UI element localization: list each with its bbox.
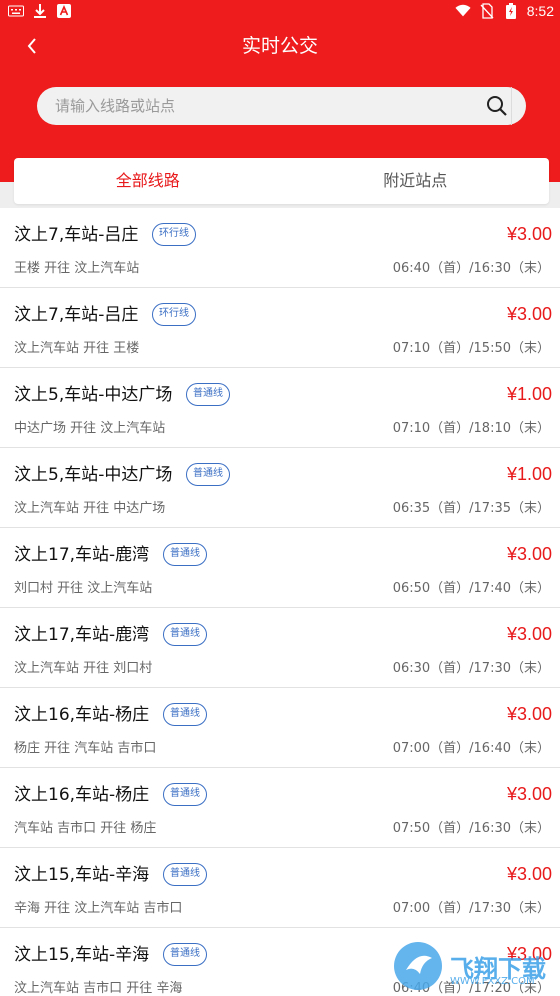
search-divider (511, 87, 512, 125)
route-price: ¥3.00 (506, 304, 552, 324)
app-notification-icon (56, 3, 72, 19)
search-button[interactable] (486, 95, 508, 117)
route-price: ¥3.00 (506, 784, 552, 804)
route-type-badge: 普通线 (163, 783, 207, 806)
route-direction: 中达广场 开往 汶上汽车站 (14, 421, 166, 436)
route-direction: 杨庄 开往 汽车站 吉市口 (14, 741, 157, 756)
keyboard-icon (8, 3, 24, 19)
route-type-badge: 普通线 (163, 943, 207, 966)
route-name: 汶上15,车站-辛海 (14, 865, 150, 885)
route-name: 汶上5,车站-中达广场 (14, 385, 173, 405)
route-schedule: 06:35（首）/17:35（末） (392, 501, 550, 516)
route-direction: 汶上汽车站 开往 中达广场 (14, 501, 166, 516)
route-row[interactable]: 汶上17,车站-鹿湾 普通线 ¥3.00 汶上汽车站 开往 刘口村 06:30（首）/1… (0, 608, 560, 688)
route-direction: 汽车站 吉市口 开往 杨庄 (14, 821, 157, 836)
route-name: 汶上17,车站-鹿湾 (14, 545, 150, 565)
route-row[interactable]: 汶上16,车站-杨庄 普通线 ¥3.00 杨庄 开往 汽车站 吉市口 07:00（首）/… (0, 688, 560, 768)
watermark-logo: 飞翔下载 WWW.FXXZ.COM (392, 936, 552, 996)
route-type-badge: 普通线 (186, 463, 230, 486)
route-name: 汶上7,车站-吕庄 (14, 225, 139, 245)
watermark-icon (394, 942, 442, 990)
route-direction: 刘口村 开往 汶上汽车站 (14, 581, 153, 596)
route-price: ¥3.00 (506, 624, 552, 644)
route-direction: 王楼 开往 汶上汽车站 (14, 261, 140, 276)
tab-bar: 全部线路 附近站点 (14, 158, 549, 204)
route-name: 汶上7,车站-吕庄 (14, 305, 139, 325)
page-title: 实时公交 (241, 35, 318, 57)
route-name: 汶上16,车站-杨庄 (14, 785, 150, 805)
route-name: 汶上17,车站-鹿湾 (14, 625, 150, 645)
route-type-badge: 普通线 (163, 543, 207, 566)
no-sim-icon (479, 3, 495, 19)
route-schedule: 06:30（首）/17:30（末） (392, 661, 550, 676)
route-price: ¥1.00 (506, 384, 552, 404)
route-direction: 汶上汽车站 开往 王楼 (14, 341, 140, 356)
route-row[interactable]: 汶上16,车站-杨庄 普通线 ¥3.00 汽车站 吉市口 开往 杨庄 07:50（首）/… (0, 768, 560, 848)
route-row[interactable]: 汶上5,车站-中达广场 普通线 ¥1.00 中达广场 开往 汶上汽车站 07:10（首）… (0, 368, 560, 448)
battery-icon (503, 3, 519, 19)
route-schedule: 07:00（首）/17:30（末） (392, 901, 550, 916)
route-schedule: 07:10（首）/15:50（末） (392, 341, 550, 356)
route-schedule: 07:10（首）/18:10（末） (392, 421, 550, 436)
route-schedule: 06:40（首）/16:30（末） (392, 261, 550, 276)
route-row[interactable]: 汶上15,车站-辛海 普通线 ¥3.00 辛海 开往 汶上汽车站 吉市口 07:00（首… (0, 848, 560, 928)
route-row[interactable]: 汶上7,车站-吕庄 环行线 ¥3.00 王楼 开往 汶上汽车站 06:40（首）/16:… (0, 208, 560, 288)
route-price: ¥3.00 (506, 864, 552, 884)
route-row[interactable]: 汶上5,车站-中达广场 普通线 ¥1.00 汶上汽车站 开往 中达广场 06:35（首）… (0, 448, 560, 528)
download-icon (32, 3, 48, 19)
status-bar: 8:52 (0, 0, 560, 24)
tab-all-routes[interactable]: 全部线路 (14, 158, 282, 204)
route-schedule: 07:50（首）/16:30（末） (392, 821, 550, 836)
route-type-badge: 普通线 (163, 703, 207, 726)
route-row[interactable]: 汶上7,车站-吕庄 环行线 ¥3.00 汶上汽车站 开往 王楼 07:10（首）/15:… (0, 288, 560, 368)
watermark-url: WWW.FXXZ.COM (450, 976, 535, 987)
search-icon (487, 96, 507, 116)
route-schedule: 06:50（首）/17:40（末） (392, 581, 550, 596)
route-name: 汶上16,车站-杨庄 (14, 705, 150, 725)
route-direction: 汶上汽车站 开往 刘口村 (14, 661, 153, 676)
tab-nearby-stops[interactable]: 附近站点 (282, 158, 550, 204)
route-schedule: 07:00（首）/16:40（末） (392, 741, 550, 756)
route-type-badge: 环行线 (152, 223, 196, 246)
status-time: 8:52 (526, 3, 554, 19)
route-price: ¥1.00 (506, 464, 552, 484)
route-list: 汶上7,车站-吕庄 环行线 ¥3.00 王楼 开往 汶上汽车站 06:40（首）/16:… (0, 208, 560, 996)
search-input[interactable] (55, 87, 475, 125)
route-price: ¥3.00 (506, 224, 552, 244)
route-type-badge: 普通线 (163, 863, 207, 886)
route-type-badge: 普通线 (186, 383, 230, 406)
route-name: 汶上5,车站-中达广场 (14, 465, 173, 485)
route-price: ¥3.00 (506, 704, 552, 724)
route-type-badge: 普通线 (163, 623, 207, 646)
route-name: 汶上15,车站-辛海 (14, 945, 150, 965)
route-type-badge: 环行线 (152, 303, 196, 326)
search-bar (37, 87, 526, 125)
route-row[interactable]: 汶上17,车站-鹿湾 普通线 ¥3.00 刘口村 开往 汶上汽车站 06:50（首）/1… (0, 528, 560, 608)
route-direction: 辛海 开往 汶上汽车站 吉市口 (14, 901, 183, 916)
header-bar: 8:52 实时公交 (0, 0, 560, 182)
wifi-icon (455, 3, 471, 19)
route-price: ¥3.00 (506, 544, 552, 564)
route-direction: 汶上汽车站 吉市口 开往 辛海 (14, 981, 183, 996)
